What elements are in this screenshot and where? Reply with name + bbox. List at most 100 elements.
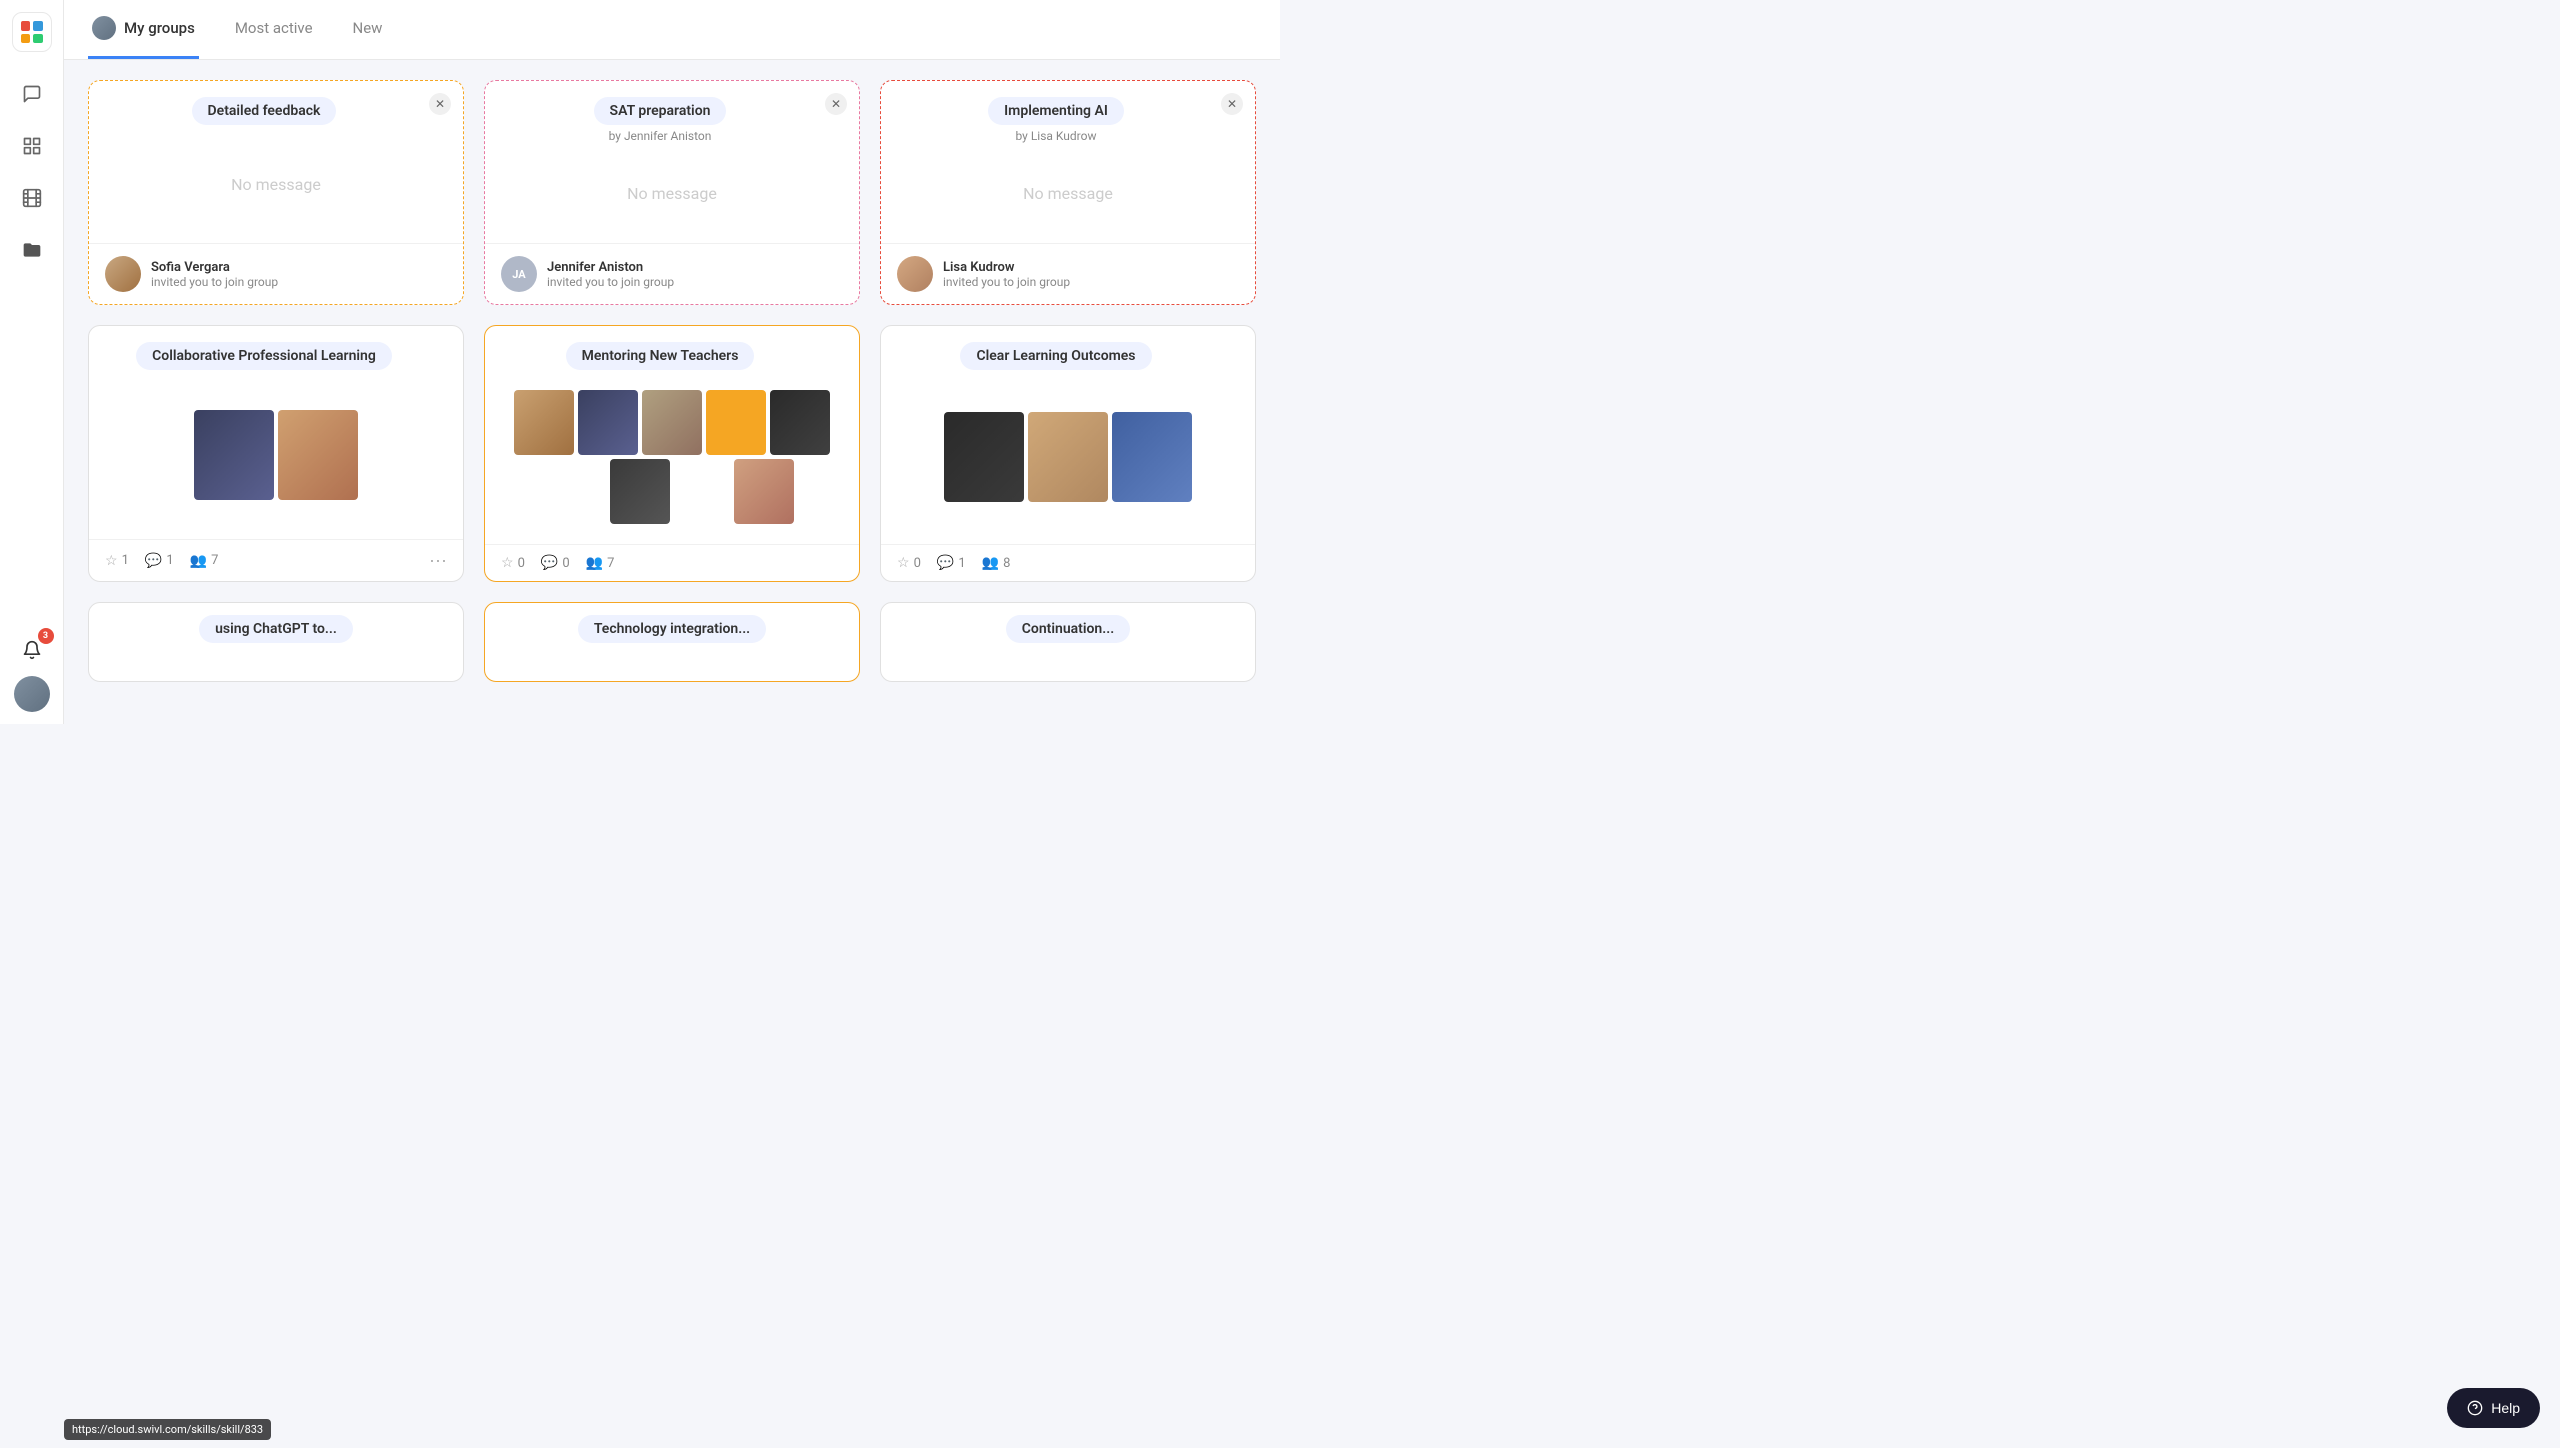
- inviter-name: Sofia Vergara: [151, 260, 278, 275]
- card-body: No message: [881, 143, 1255, 243]
- user-avatar[interactable]: [14, 676, 50, 712]
- logo[interactable]: [12, 12, 52, 52]
- close-button[interactable]: ✕: [825, 93, 847, 115]
- photo-mosaic: [936, 404, 1200, 510]
- no-message-text: No message: [627, 184, 717, 203]
- card-footer: Lisa Kudrow invited you to join group: [881, 243, 1255, 304]
- notification-wrapper[interactable]: 3: [14, 632, 50, 668]
- group-card-clear-learning[interactable]: Clear Learning Outcomes ☆ 0 💬: [880, 325, 1256, 582]
- stat-stars: ☆ 0: [897, 555, 921, 571]
- stats-bar: ☆ 1 💬 1 👥 7 ···: [89, 539, 463, 581]
- card-header: SAT preparation by Jennifer Aniston: [485, 81, 859, 143]
- sidebar-item-chat[interactable]: [14, 76, 50, 112]
- sidebar-item-folder[interactable]: [14, 232, 50, 268]
- tab-most-active[interactable]: Most active: [231, 0, 317, 59]
- notification-badge: 3: [38, 628, 54, 644]
- card-title: using ChatGPT to...: [199, 615, 353, 643]
- comment-icon: 💬: [937, 555, 954, 571]
- card-header: Technology integration...: [485, 603, 859, 643]
- no-message-text: No message: [1023, 184, 1113, 203]
- card-header: Collaborative Professional Learning: [89, 326, 463, 370]
- card-body: No message: [485, 143, 859, 243]
- sidebar: 3: [0, 0, 64, 724]
- card-footer: JA Jennifer Aniston invited you to join …: [485, 243, 859, 304]
- card-title: Collaborative Professional Learning: [136, 342, 392, 370]
- inviter-avatar: [105, 256, 141, 292]
- member-photo-2: [278, 410, 358, 500]
- close-button[interactable]: ✕: [1221, 93, 1243, 115]
- stat-comments: 💬 1: [937, 555, 966, 571]
- comment-count: 1: [166, 553, 173, 568]
- sidebar-item-film[interactable]: [14, 180, 50, 216]
- stat-stars: ☆ 1: [105, 553, 129, 569]
- card-title: Continuation...: [1006, 615, 1130, 643]
- card-title: Clear Learning Outcomes: [960, 342, 1151, 370]
- card-header: Continuation...: [881, 603, 1255, 643]
- card-header: Implementing AI by Lisa Kudrow: [881, 81, 1255, 143]
- logo-dot-blue: [33, 21, 43, 31]
- inviter-sub: invited you to join group: [547, 275, 674, 289]
- card-header: Mentoring New Teachers: [485, 326, 859, 370]
- card-header: using ChatGPT to...: [89, 603, 463, 643]
- card-body: [881, 370, 1255, 544]
- sidebar-bottom: 3: [14, 632, 50, 712]
- footer-text: Lisa Kudrow invited you to join group: [943, 260, 1070, 289]
- stat-stars: ☆ 0: [501, 555, 525, 571]
- star-icon: ☆: [105, 553, 118, 569]
- invite-card-detailed-feedback[interactable]: Detailed feedback ✕ No message Sofia Ver…: [88, 80, 464, 305]
- star-count: 0: [518, 556, 525, 571]
- help-button[interactable]: Help: [2447, 1388, 2540, 1428]
- inviter-sub: invited you to join group: [151, 275, 278, 289]
- card-body: No message: [89, 125, 463, 243]
- invite-card-sat-preparation[interactable]: SAT preparation by Jennifer Aniston ✕ No…: [484, 80, 860, 305]
- stat-members: 👥 8: [982, 555, 1011, 571]
- url-bar: https://cloud.swivl.com/skills/skill/833: [64, 1419, 271, 1440]
- star-icon: ☆: [501, 555, 514, 571]
- card-body: [485, 370, 859, 544]
- comment-count: 1: [958, 556, 965, 571]
- tab-my-groups[interactable]: My groups: [88, 0, 199, 59]
- card-header: Clear Learning Outcomes: [881, 326, 1255, 370]
- mosaic-row-2: [550, 459, 794, 524]
- photo-mosaic-mentoring: [514, 390, 830, 524]
- no-message-text: No message: [231, 175, 321, 194]
- grid-area: Detailed feedback ✕ No message Sofia Ver…: [64, 60, 1280, 724]
- star-icon: ☆: [897, 555, 910, 571]
- footer-text: Sofia Vergara invited you to join group: [151, 260, 278, 289]
- tab-avatar: [92, 16, 116, 40]
- inviter-avatar: [897, 256, 933, 292]
- members-icon: 👥: [190, 553, 207, 569]
- tab-new[interactable]: New: [349, 0, 387, 59]
- card-footer: Sofia Vergara invited you to join group: [89, 243, 463, 304]
- star-count: 1: [122, 553, 129, 568]
- logo-dot-yellow: [21, 34, 31, 44]
- member-photo-1: [194, 410, 274, 500]
- members-icon: 👥: [982, 555, 999, 571]
- main-content: My groups Most active New Detailed feedb…: [64, 0, 1280, 724]
- card-subtitle: by Lisa Kudrow: [1016, 129, 1097, 143]
- group-card-continuation[interactable]: Continuation...: [880, 602, 1256, 682]
- stat-comments: 💬 0: [541, 555, 570, 571]
- invite-card-implementing-ai[interactable]: Implementing AI by Lisa Kudrow ✕ No mess…: [880, 80, 1256, 305]
- group-card-chatgpt[interactable]: using ChatGPT to...: [88, 602, 464, 682]
- tabs-bar: My groups Most active New: [64, 0, 1280, 60]
- inviter-name: Lisa Kudrow: [943, 260, 1070, 275]
- logo-dot-red: [21, 21, 31, 31]
- more-options-button[interactable]: ···: [429, 550, 447, 571]
- logo-dot-green: [33, 34, 43, 44]
- sidebar-item-grid[interactable]: [14, 128, 50, 164]
- group-card-technology[interactable]: Technology integration...: [484, 602, 860, 682]
- inviter-sub: invited you to join group: [943, 275, 1070, 289]
- stat-comments: 💬 1: [145, 553, 174, 569]
- photo-mosaic: [186, 402, 366, 508]
- card-subtitle: by Jennifer Aniston: [609, 129, 712, 143]
- comment-count: 0: [562, 556, 569, 571]
- members-icon: 👥: [586, 555, 603, 571]
- stat-members: 👥 7: [190, 553, 219, 569]
- group-card-mentoring[interactable]: Mentoring New Teachers: [484, 325, 860, 582]
- stats-bar: ☆ 0 💬 0 👥 7: [485, 544, 859, 581]
- inviter-name: Jennifer Aniston: [547, 260, 674, 275]
- card-title: Mentoring New Teachers: [566, 342, 755, 370]
- group-card-collaborative[interactable]: Collaborative Professional Learning ☆ 1 …: [88, 325, 464, 582]
- close-button[interactable]: ✕: [429, 93, 451, 115]
